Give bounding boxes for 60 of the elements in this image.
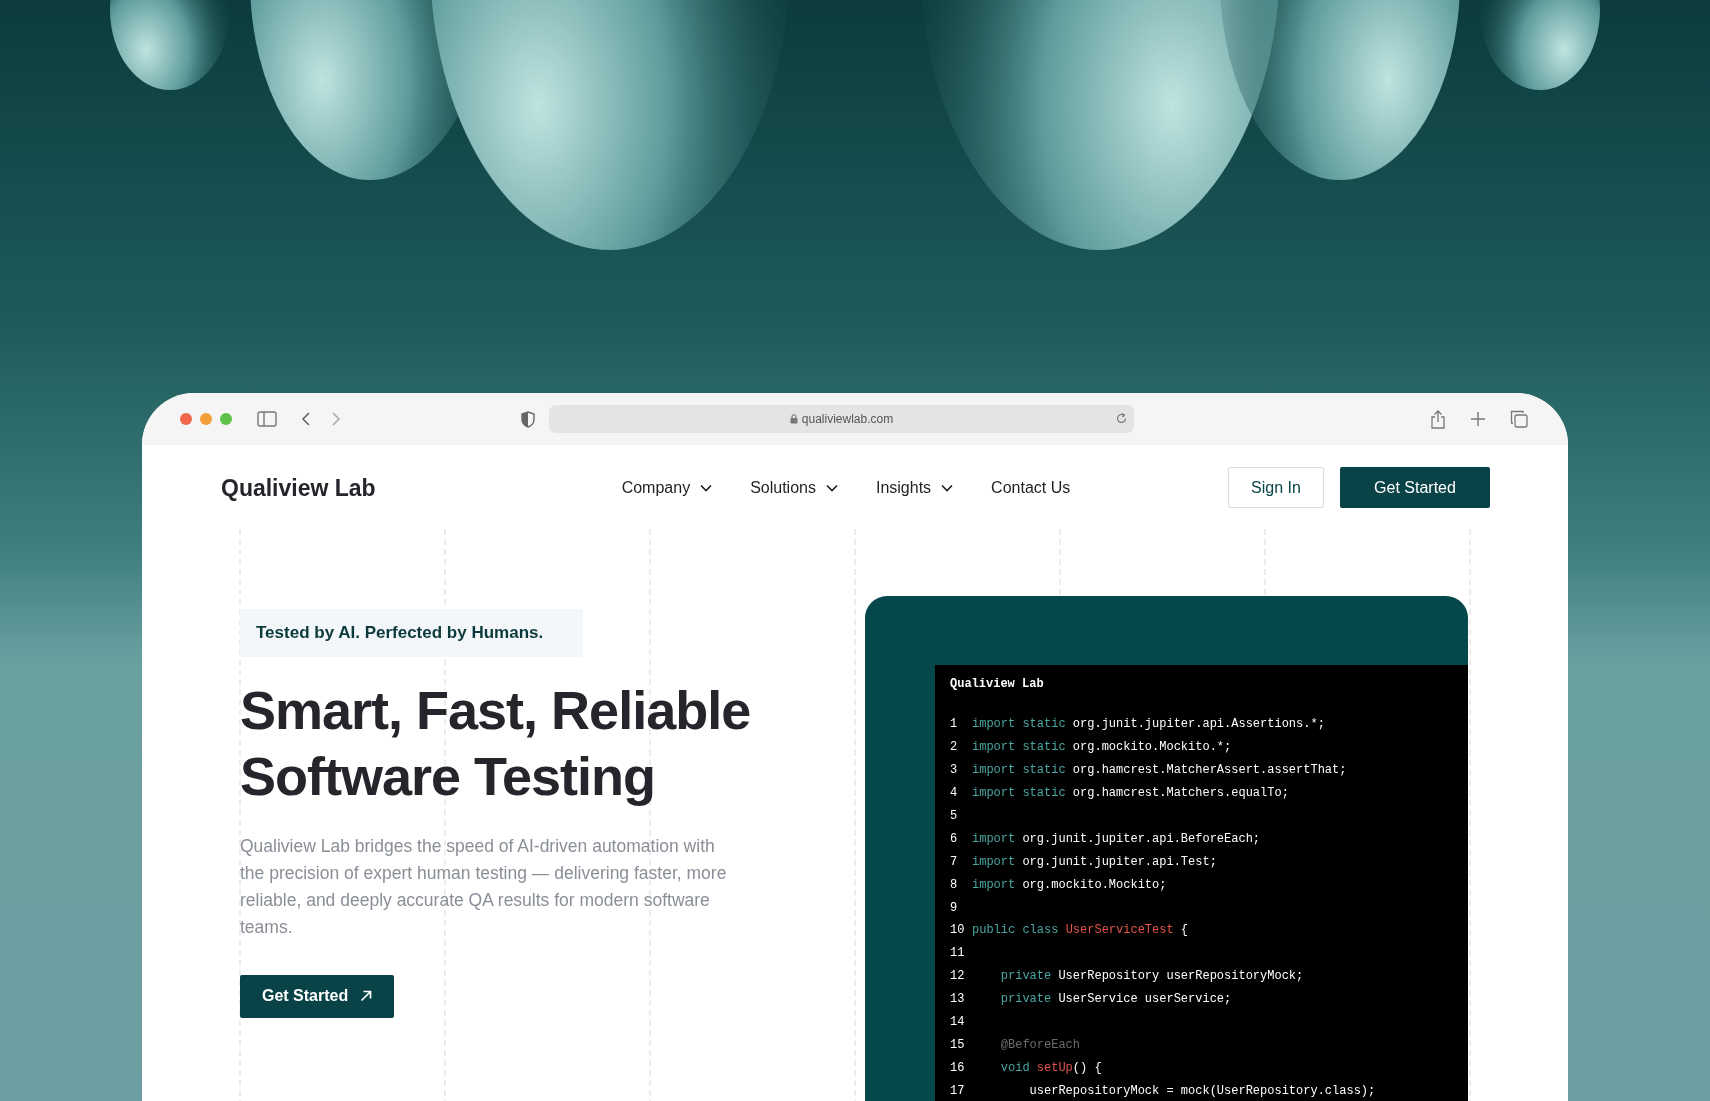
code-line: private UserService userService; xyxy=(999,991,1232,1009)
line-number: 15 xyxy=(950,1036,966,1054)
code-line: import org.junit.jupiter.api.Test; xyxy=(972,853,1217,871)
nav-link[interactable]: Solutions xyxy=(750,476,838,500)
code-line: import org.mockito.Mockito; xyxy=(972,876,1167,894)
line-number: 4 xyxy=(950,785,959,803)
minimize-window-button[interactable] xyxy=(200,413,212,425)
nav-link[interactable]: Company xyxy=(621,476,713,500)
code-line: @BeforeEach xyxy=(999,1036,1081,1054)
nav-link[interactable]: Contact Us xyxy=(991,476,1071,500)
code-line: import org.junit.jupiter.api.BeforeEach; xyxy=(972,830,1261,848)
line-number: 9 xyxy=(950,899,959,917)
lock-icon xyxy=(789,414,798,424)
get-started-button[interactable]: Get Started xyxy=(1340,467,1490,508)
line-number: 13 xyxy=(950,991,966,1009)
tagline: Tested by AI. Perfected by Humans. xyxy=(240,609,584,657)
maximize-window-button[interactable] xyxy=(220,413,232,425)
address-bar[interactable]: qualiviewlab.com xyxy=(549,405,1134,433)
line-number: 1 xyxy=(950,716,959,734)
line-number: 5 xyxy=(950,808,959,825)
line-number: 17 xyxy=(950,1082,966,1100)
hero-heading: Smart, Fast, Reliable Software Testing xyxy=(240,678,752,808)
new-tab-icon[interactable] xyxy=(1470,411,1486,427)
line-number: 8 xyxy=(950,876,959,894)
url-text: qualiviewlab.com xyxy=(801,411,894,428)
code-line: import static org.hamcrest.MatcherAssert.assertThat; xyxy=(972,762,1347,780)
sidebar-icon[interactable] xyxy=(257,411,277,427)
code-line: import static org.hamcrest.Matchers.equalTo; xyxy=(972,785,1289,803)
chevron-down-icon xyxy=(941,484,954,492)
chevron-down-icon xyxy=(825,484,838,492)
nav-link[interactable]: Insights xyxy=(875,476,954,500)
line-number: 6 xyxy=(950,830,959,848)
code-line: public class UserServiceTest { xyxy=(972,922,1189,940)
line-number: 11 xyxy=(950,945,966,963)
share-icon[interactable] xyxy=(1430,409,1446,429)
shield-icon[interactable] xyxy=(521,410,535,428)
get-started-button[interactable]: Get Started xyxy=(240,974,395,1018)
arrow-up-right-icon xyxy=(360,990,373,1002)
editor-title: Qualiview Lab xyxy=(950,676,1045,693)
code-line: import static org.mockito.Mockito.*; xyxy=(972,739,1232,757)
line-number: 14 xyxy=(950,1014,966,1031)
tabs-overview-icon[interactable] xyxy=(1510,410,1528,428)
line-number: 3 xyxy=(950,762,959,780)
sign-in-button[interactable]: Sign In xyxy=(1228,467,1324,508)
hero-description: Qualiview Lab bridges the speed of AI-driven automation with the precision of expert human testing — delivering faster, more reliable, and deeply accurate QA results for modern software teams. xyxy=(240,834,728,939)
line-number: 16 xyxy=(950,1059,966,1077)
close-window-button[interactable] xyxy=(180,413,192,425)
code-line: userRepositoryMock = mock(UserRepository.class); xyxy=(1028,1082,1376,1100)
line-number: 12 xyxy=(950,968,966,986)
line-number: 10 xyxy=(950,922,966,940)
code-line: import static org.junit.jupiter.api.Assertions.*; xyxy=(972,716,1325,734)
back-icon[interactable] xyxy=(301,411,311,427)
line-number: 7 xyxy=(950,853,959,871)
reload-icon[interactable] xyxy=(1115,412,1128,425)
code-line: private UserRepository userRepositoryMock; xyxy=(999,968,1304,986)
line-number: 2 xyxy=(950,739,959,757)
code-line: void setUp() { xyxy=(999,1059,1102,1077)
forward-icon[interactable] xyxy=(331,411,341,427)
chevron-down-icon xyxy=(700,484,713,492)
site-logo[interactable]: Qualiview Lab xyxy=(221,471,376,506)
